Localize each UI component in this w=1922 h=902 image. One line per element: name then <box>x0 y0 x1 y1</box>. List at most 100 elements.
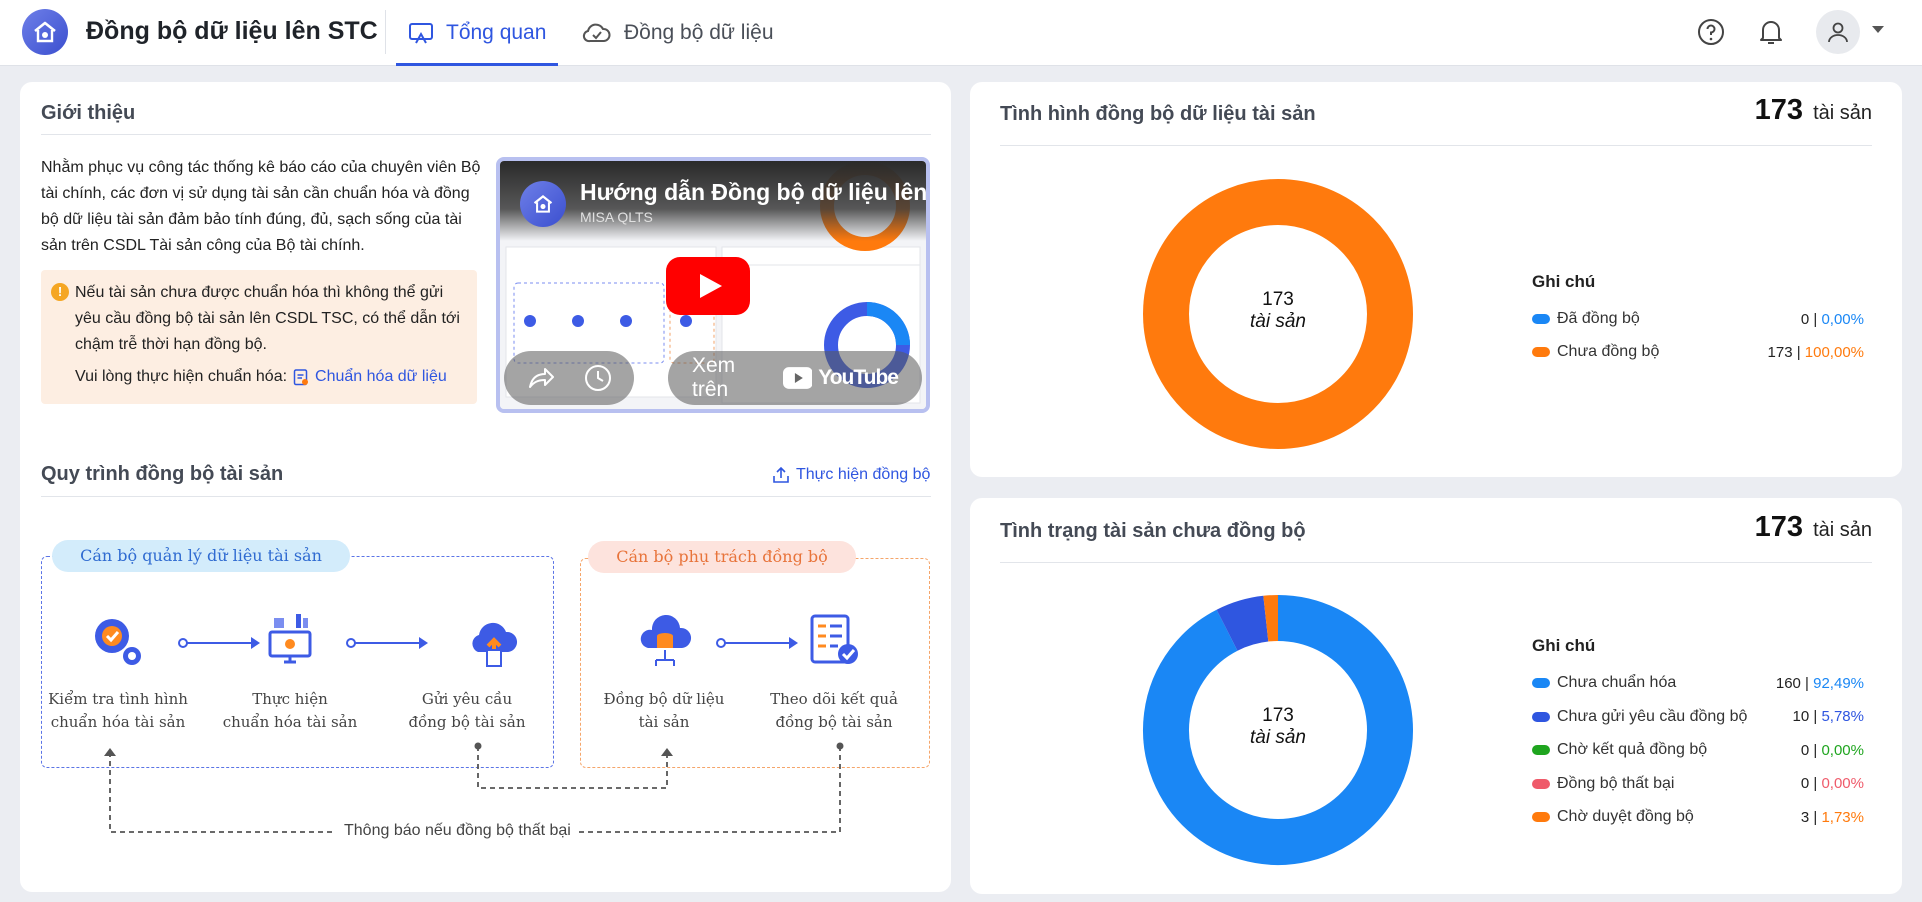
legend-count: 173 | <box>1767 343 1805 361</box>
legend-percent: 92,49% <box>1813 674 1864 692</box>
step-label-line: chuẩn hóa tài sản <box>222 713 358 731</box>
unsynced-status-divider <box>1000 562 1872 563</box>
tab-data-sync[interactable]: Đồng bộ dữ liệu <box>582 0 774 66</box>
unsynced-status-card: Tình trạng tài sản chưa đồng bộ 173 tài … <box>970 498 1902 894</box>
app-title: Đồng bộ dữ liệu lên STC <box>86 17 378 45</box>
legend-marker <box>1532 745 1550 755</box>
tab-overview[interactable]: Tổng quan <box>395 0 559 66</box>
step-label-normalize: Thực hiện chuẩn hóa tài sản <box>215 688 365 734</box>
gear-check-icon <box>95 619 141 665</box>
header-divider <box>385 10 386 54</box>
process-title: Quy trình đồng bộ tài sản <box>41 463 284 485</box>
legend-value: 0 | 0,00% <box>1801 775 1864 792</box>
legend-label: Chưa đồng bộ <box>1557 343 1660 360</box>
legend-percent: 0,00% <box>1821 775 1864 792</box>
intro-divider <box>41 134 931 135</box>
warning-action: Vui lòng thực hiện chuẩn hóa: Chuẩn hóa … <box>75 368 447 386</box>
donut-total-unit: tài sản <box>1250 727 1306 748</box>
warning-text: Nếu tài sản chưa được chuẩn hóa thì khôn… <box>75 284 460 353</box>
step-label-line: tài sản <box>638 713 690 731</box>
checklist-icon <box>810 614 858 664</box>
cloud-database-icon <box>640 614 692 666</box>
share-icon[interactable] <box>524 361 558 395</box>
unsynced-status-slice-1[interactable] <box>1216 595 1270 652</box>
watch-on-youtube-button[interactable]: Xem trên YouTube <box>668 351 922 405</box>
sync-status-total-unit: tài sản <box>1813 102 1872 124</box>
normalize-data-link[interactable]: Chuẩn hóa dữ liệu <box>293 368 447 386</box>
tab-data-sync-label: Đồng bộ dữ liệu <box>624 21 774 44</box>
failure-notice-label: Thông báo nếu đồng bộ thất bại <box>336 822 579 840</box>
legend-marker <box>1532 314 1550 324</box>
unsynced-status-legend-row: Chưa gửi yêu cầu đồng bộ 10 | 5,78% <box>1532 706 1864 728</box>
watch-later-icon[interactable] <box>582 362 614 394</box>
donut-total-number: 173 <box>1262 705 1294 726</box>
step-label-line: đồng bộ tài sản <box>775 713 893 731</box>
legend-marker <box>1532 812 1550 822</box>
sync-status-title: Tình hình đồng bộ dữ liệu tài sản <box>1000 103 1316 125</box>
legend-value: 0 | 0,00% <box>1801 311 1864 328</box>
warning-box: ! Nếu tài sản chưa được chuẩn hóa thì kh… <box>41 270 477 404</box>
video-channel: MISA QLTS <box>580 209 653 225</box>
legend-percent: 100,00% <box>1804 343 1864 361</box>
user-menu-caret[interactable] <box>1872 26 1884 33</box>
step-label-track: Theo dõi kết quả đồng bộ tài sản <box>759 688 909 734</box>
unsynced-status-slice-4[interactable] <box>1263 595 1279 642</box>
unsynced-status-total: 173 tài sản <box>1755 511 1872 544</box>
sync-status-total: 173 tài sản <box>1755 94 1872 127</box>
legend-marker <box>1532 711 1550 722</box>
legend-percent: 0,00% <box>1821 310 1864 328</box>
warning-action-prompt: Vui lòng thực hiện chuẩn hóa: <box>75 368 288 385</box>
unsynced-status-title: Tình trạng tài sản chưa đồng bộ <box>1000 520 1306 542</box>
legend-label: Đã đồng bộ <box>1557 310 1640 327</box>
tab-overview-label: Tổng quan <box>446 21 547 44</box>
help-button[interactable] <box>1695 16 1727 48</box>
unsynced-status-legend-title: Ghi chú <box>1532 636 1596 655</box>
legend-label: Đồng bộ thất bại <box>1557 774 1675 792</box>
youtube-label: YouTube <box>818 366 899 389</box>
sync-officer-label: Cán bộ phụ trách đồng bộ <box>588 541 856 573</box>
legend-label: Chưa gửi yêu cầu đồng bộ <box>1557 707 1748 725</box>
user-avatar[interactable] <box>1816 10 1860 54</box>
sync-status-legend-row: Đã đồng bộ 0 | 0,00% <box>1532 308 1864 330</box>
process-divider <box>41 496 931 497</box>
video-title: Hướng dẫn Đồng bộ dữ liệu lên C <box>580 179 930 205</box>
donut-total-number: 173 <box>1262 289 1294 310</box>
unsynced-status-legend-row: Chờ duyệt đồng bộ 3 | 1,73% <box>1532 806 1864 828</box>
legend-count: 0 | <box>1800 741 1822 759</box>
step-label-check: Kiểm tra tình hình chuẩn hóa tài sản <box>43 688 193 734</box>
legend-count: 10 | <box>1792 708 1822 725</box>
legend-percent: 5,78% <box>1821 708 1864 725</box>
data-manager-label: Cán bộ quản lý dữ liệu tài sản <box>52 540 350 572</box>
app-logo[interactable] <box>22 9 68 55</box>
legend-percent: 0,00% <box>1821 741 1864 759</box>
sync-officer-group <box>580 558 930 768</box>
asset-normalize-icon <box>268 614 312 664</box>
intro-text: Nhằm phục vụ công tác thống kê báo cáo c… <box>41 159 481 254</box>
step-label-line: chuẩn hóa tài sản <box>50 713 186 731</box>
step-arrow <box>346 637 428 649</box>
legend-label: Chưa chuẩn hóa <box>1557 674 1677 691</box>
watch-on-label: Xem trên <box>692 354 736 401</box>
bell-icon <box>1760 21 1782 44</box>
start-sync-button[interactable]: Thực hiện đồng bộ <box>772 466 930 484</box>
channel-logo <box>520 181 566 227</box>
home-icon <box>34 21 56 43</box>
unsynced-status-total-unit: tài sản <box>1813 519 1872 541</box>
notification-button[interactable] <box>1755 16 1787 48</box>
step-label-sync: Đồng bộ dữ liệu tài sản <box>589 688 739 734</box>
legend-value: 10 | 5,78% <box>1793 708 1864 725</box>
sync-status-legend-row: Chưa đồng bộ 173 | 100,00% <box>1532 341 1864 363</box>
warning-icon: ! <box>51 283 69 301</box>
legend-marker <box>1532 778 1550 789</box>
step-label-line: Thực hiện <box>252 690 328 708</box>
intro-title: Giới thiệu <box>41 102 136 124</box>
tutorial-video[interactable]: Hướng dẫn Đồng bộ dữ liệu lên C MISA QLT… <box>496 157 930 413</box>
sync-status-total-number: 173 <box>1754 94 1804 126</box>
step-label-line: Gửi yêu cầu <box>421 690 513 708</box>
video-share-controls <box>504 351 634 405</box>
play-button[interactable] <box>666 257 750 315</box>
step-label-line: Đồng bộ dữ liệu <box>603 690 725 708</box>
user-icon <box>1828 22 1848 43</box>
legend-label: Chờ duyệt đồng bộ <box>1557 808 1694 825</box>
sync-status-card: Tình hình đồng bộ dữ liệu tài sản 173 tà… <box>970 82 1902 477</box>
